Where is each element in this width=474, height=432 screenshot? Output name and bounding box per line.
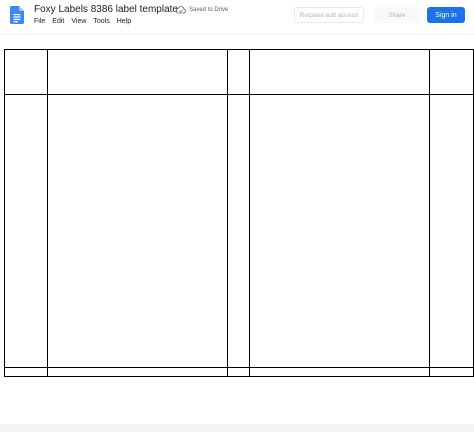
save-status-label: Saved to Drive	[189, 7, 229, 13]
bottom-scroll-area	[0, 424, 474, 432]
table-cell[interactable]	[226, 367, 251, 377]
table-cell[interactable]	[429, 367, 474, 377]
menu-help[interactable]: Help	[117, 18, 131, 25]
menu-view[interactable]: View	[71, 18, 86, 25]
table-row	[4, 49, 474, 95]
menu-tools[interactable]: Tools	[93, 18, 109, 25]
menu-bar: File Edit View Tools Help	[34, 18, 138, 25]
share-button[interactable]: Share	[374, 7, 420, 23]
table-cell[interactable]	[226, 94, 251, 368]
table-row	[4, 367, 474, 377]
table-cell[interactable]	[226, 49, 251, 95]
document-title[interactable]: Foxy Labels 8386 label template	[34, 4, 178, 15]
label-cell[interactable]	[249, 49, 431, 95]
label-cell[interactable]	[249, 94, 431, 368]
cloud-done-icon	[176, 6, 186, 14]
table-cell[interactable]	[4, 94, 48, 368]
table-cell[interactable]	[4, 49, 48, 95]
request-edit-access-button[interactable]: Request edit access	[294, 7, 364, 23]
table-cell[interactable]	[429, 94, 474, 368]
label-cell[interactable]	[46, 367, 228, 377]
save-status[interactable]: Saved to Drive	[176, 6, 228, 14]
label-table	[4, 49, 474, 377]
label-cell[interactable]	[46, 94, 228, 368]
label-cell[interactable]	[249, 367, 431, 377]
table-cell[interactable]	[4, 367, 48, 377]
menu-file[interactable]: File	[34, 18, 45, 25]
table-cell[interactable]	[429, 49, 474, 95]
table-row	[4, 94, 474, 368]
menu-edit[interactable]: Edit	[52, 18, 64, 25]
sign-in-button[interactable]: Sign in	[427, 7, 465, 23]
google-docs-icon[interactable]	[10, 6, 24, 24]
app-header: Foxy Labels 8386 label template Saved to…	[0, 0, 474, 34]
label-cell[interactable]	[46, 49, 228, 95]
